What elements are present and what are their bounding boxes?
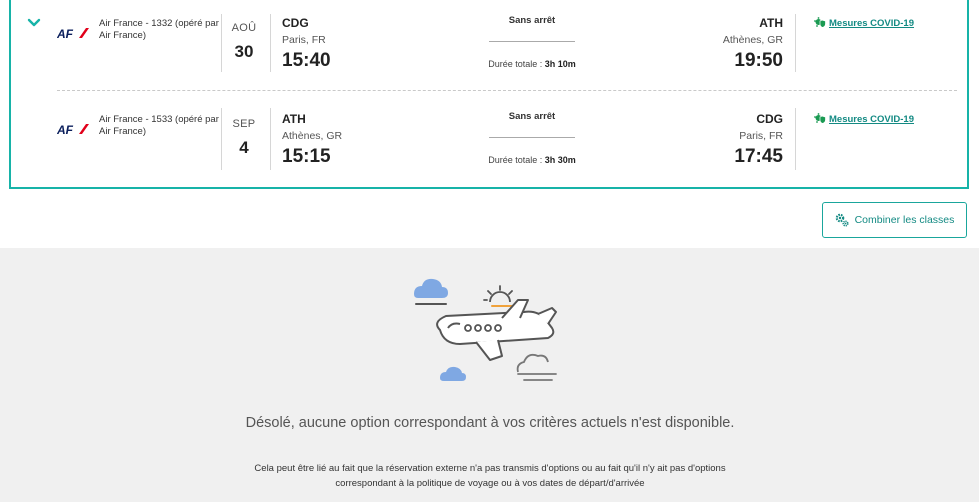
- departure-city: Paris, FR: [282, 34, 326, 46]
- arrival-code: CDG: [756, 112, 783, 126]
- airline-name: Air France - 1332 (opéré par Air France): [99, 18, 219, 41]
- row-separator: [57, 90, 957, 91]
- covid-link-label[interactable]: Mesures COVID-19: [829, 114, 914, 125]
- arrival-city: Athènes, GR: [722, 34, 783, 46]
- route-line: [489, 41, 575, 42]
- svg-text:AF: AF: [57, 27, 74, 40]
- duration-label: Durée totale :: [488, 59, 543, 69]
- duration-label: Durée totale :: [488, 155, 543, 165]
- covid-link-label[interactable]: Mesures COVID-19: [829, 18, 914, 29]
- duration-value: 3h 10m: [544, 59, 576, 69]
- chevron-down-icon[interactable]: [25, 14, 43, 32]
- arrival-time: 19:50: [734, 50, 783, 71]
- combine-classes-button[interactable]: Combiner les classes: [822, 202, 967, 238]
- divider: [270, 108, 271, 170]
- covid-measures-link[interactable]: Mesures COVID-19: [814, 113, 914, 125]
- total-duration: Durée totale : 3h 30m: [473, 155, 591, 165]
- stops-label: Sans arrêt: [508, 111, 556, 122]
- covid-measures-link[interactable]: Mesures COVID-19: [814, 17, 914, 29]
- arrival-time: 17:45: [734, 146, 783, 167]
- virus-shield-icon: [814, 17, 826, 28]
- flight-row-return: AF Air France - 1533 (opéré par Air Fran…: [11, 96, 967, 180]
- flight-card: AF Air France - 1332 (opéré par Air Fran…: [9, 0, 969, 189]
- route-line: [489, 137, 575, 138]
- total-duration: Durée totale : 3h 10m: [473, 59, 591, 69]
- airplane-illustration: [414, 278, 557, 381]
- stops-label: Sans arrêt: [508, 15, 556, 26]
- flight-day: 30: [234, 42, 254, 61]
- divider: [270, 14, 271, 72]
- arrival-code: ATH: [759, 16, 783, 30]
- virus-shield-icon: [814, 113, 826, 124]
- gears-icon: [835, 213, 849, 227]
- duration-value: 3h 30m: [544, 155, 576, 165]
- divider: [795, 14, 796, 72]
- flight-day: 4: [239, 138, 249, 157]
- svg-text:AF: AF: [57, 123, 74, 136]
- air-france-logo: AF: [57, 27, 89, 40]
- departure-code: CDG: [282, 16, 309, 30]
- airline-name: Air France - 1533 (opéré par Air France): [99, 114, 219, 137]
- departure-code: ATH: [282, 112, 306, 126]
- divider: [795, 108, 796, 170]
- arrival-city: Paris, FR: [739, 130, 783, 142]
- empty-state: Désolé, aucune option correspondant à vo…: [0, 248, 979, 502]
- combine-classes-label[interactable]: Combiner les classes: [855, 214, 955, 226]
- flight-row-outbound: AF Air France - 1332 (opéré par Air Fran…: [11, 0, 967, 84]
- flight-month: SEP: [232, 118, 256, 130]
- empty-message: Désolé, aucune option correspondant à vo…: [245, 415, 735, 431]
- departure-time: 15:15: [282, 146, 331, 167]
- air-france-logo: AF: [57, 123, 89, 136]
- flight-month: AOÛ: [231, 22, 257, 34]
- empty-detail: Cela peut être lié au fait que la réserv…: [254, 463, 726, 489]
- departure-time: 15:40: [282, 50, 331, 71]
- departure-city: Athènes, GR: [282, 130, 343, 142]
